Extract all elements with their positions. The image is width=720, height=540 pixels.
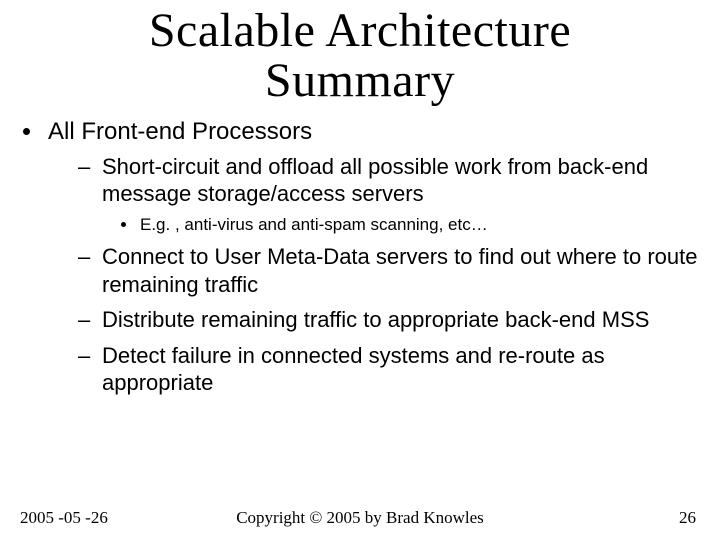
bullet-list-l2: Short-circuit and offload all possible w… [78, 153, 720, 397]
slide-footer: 2005 -05 -26 Copyright © 2005 by Brad Kn… [0, 508, 720, 528]
bullet-l2-text: Connect to User Meta-Data servers to fin… [102, 244, 698, 297]
bullet-l2: Connect to User Meta-Data servers to fin… [78, 243, 720, 298]
title-line-1: Scalable Architecture [149, 4, 571, 57]
bullet-list: All Front-end Processors Short-circuit a… [44, 117, 720, 397]
bullet-list-l3: E.g. , anti-virus and anti-spam scanning… [138, 214, 720, 235]
bullet-l3: E.g. , anti-virus and anti-spam scanning… [138, 214, 720, 235]
footer-date: 2005 -05 -26 [20, 508, 108, 528]
slide-title: Scalable Architecture Summary [0, 6, 720, 107]
title-line-2: Summary [265, 54, 455, 107]
footer-page: 26 [679, 508, 696, 528]
bullet-l3-text: E.g. , anti-virus and anti-spam scanning… [140, 215, 488, 234]
bullet-l2-text: Distribute remaining traffic to appropri… [102, 307, 649, 332]
bullet-l2-text: Short-circuit and offload all possible w… [102, 154, 648, 207]
bullet-l2: Short-circuit and offload all possible w… [78, 153, 720, 235]
bullet-l2: Distribute remaining traffic to appropri… [78, 306, 720, 334]
footer-copyright: Copyright © 2005 by Brad Knowles [0, 508, 720, 528]
bullet-l2-text: Detect failure in connected systems and … [102, 343, 605, 396]
bullet-l1-text: All Front-end Processors [48, 118, 312, 145]
bullet-l2: Detect failure in connected systems and … [78, 342, 720, 397]
bullet-l1: All Front-end Processors Short-circuit a… [44, 117, 720, 397]
slide: Scalable Architecture Summary All Front-… [0, 6, 720, 540]
